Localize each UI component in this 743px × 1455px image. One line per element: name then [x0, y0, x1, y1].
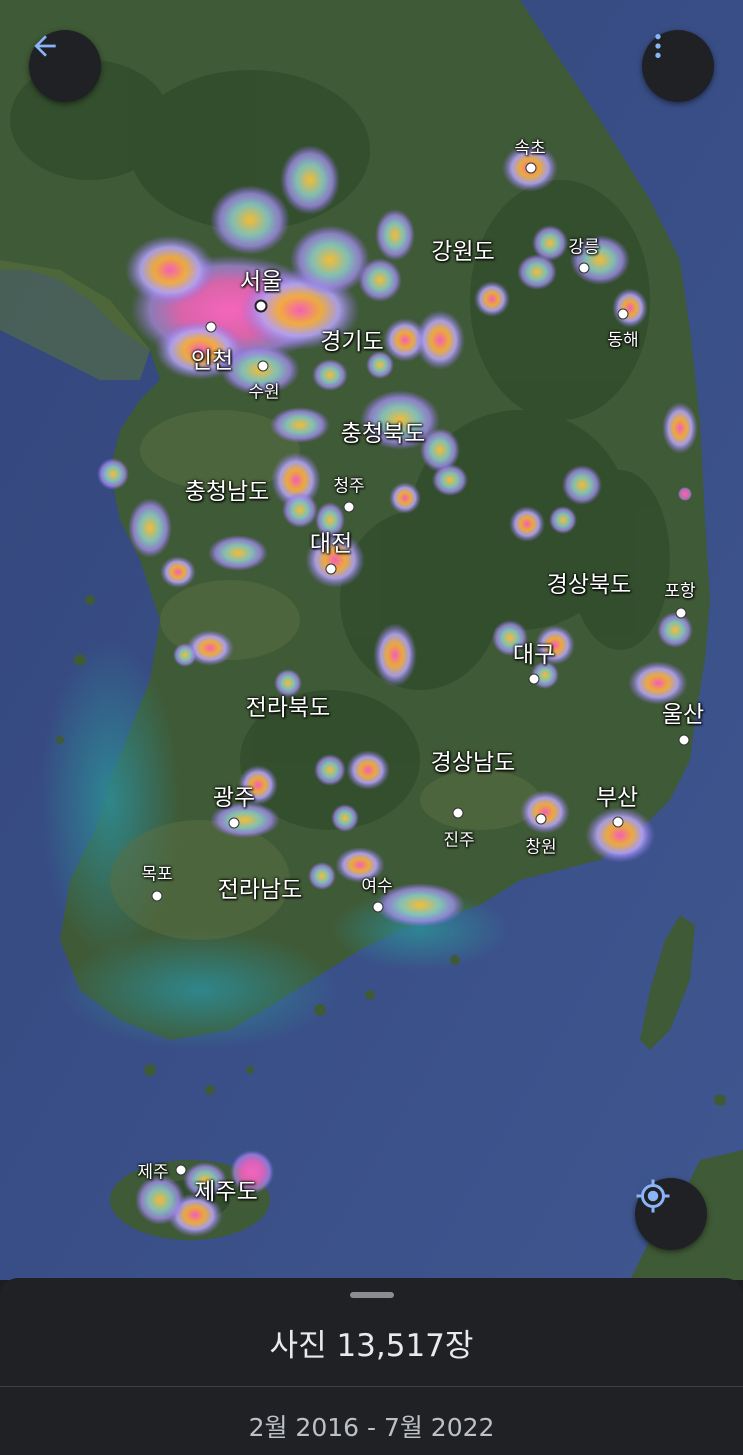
- suwon-marker: [257, 360, 269, 372]
- sokcho-marker: [525, 162, 537, 174]
- place-suwon: 수원: [248, 382, 280, 403]
- cheongju-marker: [343, 501, 355, 513]
- photo-count: 사진 13,517장: [269, 1328, 474, 1364]
- pohang-marker: [675, 607, 687, 619]
- donghae-marker: [617, 308, 629, 320]
- jeju-marker: [175, 1164, 187, 1176]
- seoul-marker: [254, 299, 268, 313]
- place-incheon: 인천: [190, 348, 234, 374]
- place-jinju: 진주: [443, 830, 475, 851]
- my-location-button[interactable]: [635, 1178, 707, 1250]
- back-button[interactable]: [29, 30, 101, 102]
- place-jeonbuk: 전라북도: [245, 695, 331, 721]
- arrow-back-icon: [34, 35, 56, 57]
- my-location-icon: [636, 1179, 670, 1213]
- more-vert-icon: [655, 34, 661, 58]
- mokpo-marker: [151, 890, 163, 902]
- busan-marker: [612, 816, 624, 828]
- ulsan-marker: [678, 734, 690, 746]
- place-ulsan: 울산: [661, 702, 705, 728]
- place-gyeongbuk: 경상북도: [546, 572, 632, 598]
- gwangju-marker: [228, 817, 240, 829]
- place-changwon: 창원: [525, 837, 557, 858]
- bottom-sheet[interactable]: 사진 13,517장 2월 2016 - 7월 2022: [0, 1278, 743, 1455]
- place-gyeonggi: 경기도: [320, 329, 384, 355]
- place-sokcho: 속초: [514, 138, 546, 159]
- yeosu-marker: [372, 901, 384, 913]
- place-donghae: 동해: [607, 330, 639, 351]
- place-gangwon: 강원도: [431, 239, 495, 265]
- jinju-marker: [452, 807, 464, 819]
- place-yeosu: 여수: [361, 876, 393, 897]
- place-chungnam: 충청남도: [184, 479, 270, 505]
- gangneung-marker: [578, 262, 590, 274]
- place-mokpo: 목포: [141, 864, 173, 885]
- place-daegu: 대구: [512, 642, 556, 668]
- place-gangneung: 강릉: [568, 237, 600, 258]
- place-jejudo: 제주도: [194, 1179, 258, 1205]
- place-gwangju: 광주: [212, 785, 256, 811]
- place-jeonnam: 전라남도: [217, 877, 303, 903]
- sheet-divider: [0, 1386, 743, 1387]
- place-daejeon: 대전: [309, 531, 353, 557]
- map-canvas: [0, 0, 743, 1280]
- place-gyeongnam: 경상남도: [430, 750, 516, 776]
- date-range: 2월 2016 - 7월 2022: [248, 1413, 495, 1442]
- changwon-marker: [535, 813, 547, 825]
- place-jeju-city: 제주: [137, 1162, 169, 1183]
- sheet-drag-handle[interactable]: [350, 1292, 394, 1298]
- place-cheongju: 청주: [333, 476, 365, 497]
- more-options-button[interactable]: [642, 30, 714, 102]
- place-chungbuk: 충청북도: [340, 421, 426, 447]
- place-pohang: 포항: [664, 581, 696, 602]
- daegu-marker: [528, 673, 540, 685]
- place-busan: 부산: [595, 785, 639, 811]
- map-view[interactable]: 서울 인천 수원 경기도 강원도 속초 강릉 동해 충청북도 충청남도 청주 대…: [0, 0, 743, 1280]
- incheon-marker: [205, 321, 217, 333]
- daejeon-marker: [325, 563, 337, 575]
- place-seoul: 서울: [239, 269, 283, 295]
